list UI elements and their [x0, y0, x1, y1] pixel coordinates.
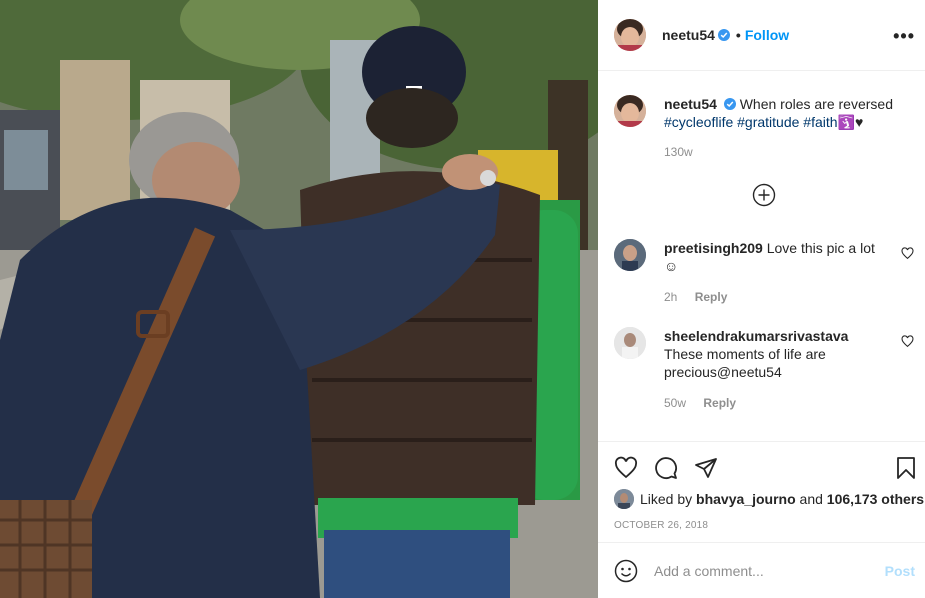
- add-comment-bar: Post: [598, 542, 925, 598]
- comment-time: 2h: [664, 290, 678, 304]
- reply-button[interactable]: Reply: [695, 290, 728, 304]
- comment-username[interactable]: sheelendrakumarsrivastava: [664, 328, 848, 344]
- caption-username[interactable]: neetu54: [664, 96, 717, 112]
- heart-icon[interactable]: [614, 456, 638, 480]
- commenter-avatar[interactable]: [614, 239, 646, 271]
- caption-text: When roles are reversed: [739, 96, 893, 112]
- likes-prefix: Liked by: [640, 491, 693, 507]
- caption-hashtags[interactable]: #cycleoflife #gratitude #faith: [664, 114, 838, 130]
- comment-row: preetisingh209 Love this pic a lot ☺ 2h …: [614, 239, 914, 306]
- caption-body: neetu54 When roles are reversed #cycleof…: [664, 95, 904, 161]
- comment-body: preetisingh209 Love this pic a lot ☺ 2h …: [664, 239, 884, 306]
- commenter-avatar-image: [614, 327, 646, 359]
- caption-verified-badge-icon: [723, 98, 736, 110]
- header-username[interactable]: neetu54: [662, 27, 715, 43]
- emoji-icon[interactable]: [614, 559, 638, 583]
- comment-input[interactable]: [654, 562, 884, 579]
- post-photo[interactable]: [0, 0, 598, 598]
- caption-time: 130w: [664, 145, 693, 159]
- comment-username[interactable]: preetisingh209: [664, 240, 763, 256]
- post-comment-button[interactable]: Post: [885, 563, 915, 579]
- comment-text: Love this pic a lot: [766, 240, 875, 256]
- share-icon[interactable]: [694, 456, 718, 480]
- post-sidebar: neetu54 • Follow ••• neetu54 When roles …: [598, 0, 925, 598]
- more-options-icon[interactable]: •••: [893, 26, 915, 47]
- likes-user[interactable]: bhavya_journo: [696, 491, 796, 507]
- likes-and: and: [799, 491, 823, 507]
- comment-time: 50w: [664, 396, 687, 410]
- comment-text: These moments of life are precious@neetu…: [664, 346, 826, 380]
- commenter-avatar-image: [614, 239, 646, 271]
- avatar-image: [614, 19, 646, 51]
- caption-row: neetu54 When roles are reversed #cycleof…: [614, 95, 914, 161]
- comments-list[interactable]: neetu54 When roles are reversed #cycleof…: [598, 71, 925, 441]
- post-actions: Liked by bhavya_journo and 106,173 other…: [598, 441, 925, 542]
- follow-button[interactable]: Follow: [745, 27, 789, 43]
- header-separator-dot: •: [735, 27, 741, 43]
- comment-body: sheelendrakumarsrivastava These moments …: [664, 327, 884, 412]
- reply-button[interactable]: Reply: [703, 396, 736, 410]
- comment-icon[interactable]: [654, 456, 678, 480]
- likes-summary: Liked by bhavya_journo and 106,173 other…: [614, 489, 924, 509]
- avatar[interactable]: [614, 19, 646, 51]
- caption-emoji: 🛐♥: [837, 114, 864, 130]
- likes-count[interactable]: 106,173 others: [827, 491, 924, 507]
- verified-badge-icon: [717, 29, 730, 41]
- comment-meta: 50w Reply: [664, 394, 884, 412]
- street-photo-illustration: [0, 0, 598, 598]
- caption-avatar-image: [614, 95, 646, 127]
- liker-avatar[interactable]: [614, 489, 634, 509]
- post-header: neetu54 • Follow •••: [598, 0, 925, 71]
- comment-row: sheelendrakumarsrivastava These moments …: [614, 327, 914, 412]
- heart-icon[interactable]: [901, 335, 914, 348]
- heart-icon[interactable]: [901, 247, 914, 260]
- liker-avatar-image: [614, 489, 634, 509]
- post-date: OCTOBER 26, 2018: [614, 520, 709, 531]
- comment-emoji: ☺: [664, 258, 679, 274]
- add-circle-icon[interactable]: [752, 183, 776, 207]
- comment-meta: 2h Reply: [664, 288, 884, 306]
- commenter-avatar[interactable]: [614, 327, 646, 359]
- caption-avatar[interactable]: [614, 95, 646, 127]
- bookmark-icon[interactable]: [894, 456, 918, 480]
